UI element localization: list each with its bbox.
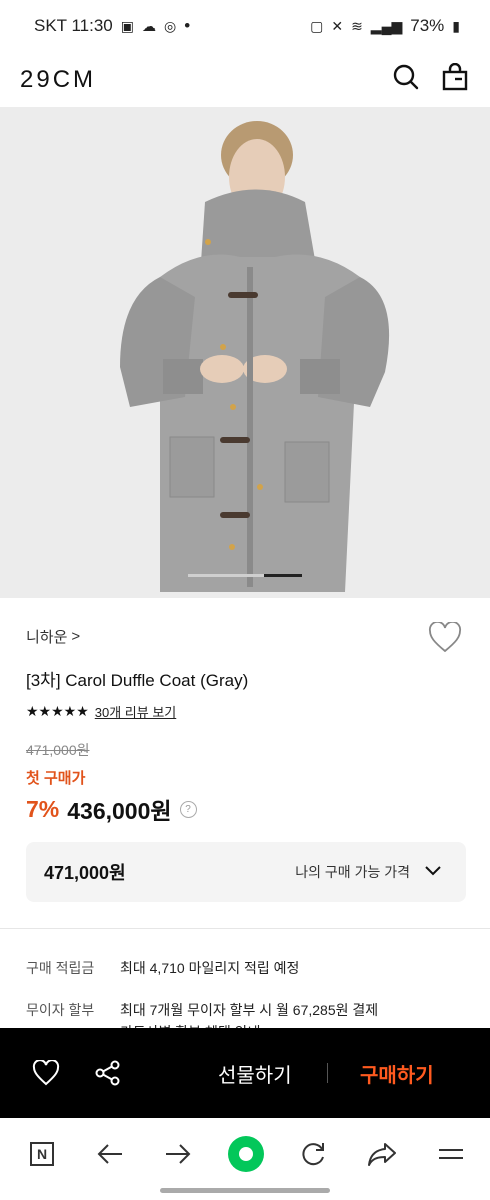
sale-price: 436,000원 [67,798,172,824]
rating-row: ★★★★★ 30개 리뷰 보기 [26,702,176,721]
battery-level: 73% [410,16,445,35]
naver-n-icon[interactable]: N [28,1132,56,1176]
status-bar: SKT 11:30 ▣ ☁ ◎ • ▢ ✕ ≋ ▂▄▆ 73% ▮ [0,0,490,52]
points-value: 최대 4,710 마일리지 적립 예정 [120,960,300,976]
gallery-icon: ▣ [120,17,134,34]
notification-dot: • [184,16,191,35]
weather-icon: ☁ [142,17,156,34]
star-rating-icon: ★★★★★ [26,703,89,719]
forward-arrow-icon[interactable] [162,1132,194,1176]
battery-icon: ▮ [452,17,460,34]
status-right: ▢ ✕ ≋ ▂▄▆ 73% ▮ [310,16,460,36]
mute-icon: ✕ [331,17,344,34]
chevron-down-icon [424,864,442,880]
gift-button[interactable]: 선물하기 [218,1028,292,1118]
carousel-indicator-active [264,574,302,577]
instagram-icon: ◎ [164,17,177,34]
menu-icon[interactable] [436,1132,466,1176]
price-row: 7% 436,000원 ? [26,792,197,826]
my-price-value: 471,000원 [44,863,126,883]
help-icon[interactable]: ? [179,800,197,818]
signal-icon: ▂▄▆ [370,17,403,34]
my-price-dropdown[interactable]: 471,000원 나의 구매 가능 가격 [26,842,466,902]
my-price-label-wrap: 나의 구매 가능 가격 [295,862,442,882]
home-indicator [160,1188,330,1193]
product-title: [3차] Carol Duffle Coat (Gray) [26,671,249,690]
search-icon[interactable] [392,63,420,96]
points-row: 구매 적립금 최대 4,710 마일리지 적립 예정 [26,958,299,978]
chevron-right-icon: > [71,628,81,645]
my-price-label: 나의 구매 가능 가격 [295,864,410,880]
review-link[interactable]: 30개 리뷰 보기 [95,702,176,721]
action-separator [327,1063,328,1083]
brand-logo[interactable]: 29CM [20,66,96,94]
product-image[interactable] [0,107,490,598]
installment-label: 무이자 할부 [26,1002,95,1018]
share-icon[interactable] [94,1028,122,1118]
saver-icon: ▢ [310,17,324,34]
carrier-time: SKT 11:30 [34,16,113,35]
section-divider [0,928,490,929]
points-label: 구매 적립금 [26,960,95,976]
refresh-icon[interactable] [298,1132,328,1176]
brand-link[interactable]: 니하운 > [26,626,80,647]
model-in-gray-duffle-coat-illustration [0,107,490,598]
carousel-indicator [188,574,302,577]
naver-n-label: N [30,1142,54,1166]
back-arrow-icon[interactable] [94,1132,126,1176]
app-header: 29CM [0,52,490,107]
shopping-bag-icon[interactable] [442,62,468,96]
installment-value: 최대 7개월 무이자 할부 시 월 67,285원 결제 [120,1002,379,1018]
heart-icon[interactable] [32,1028,60,1118]
header-icons [392,62,468,96]
wifi-icon: ≋ [351,17,363,34]
status-left: SKT 11:30 ▣ ☁ ◎ • [34,16,190,36]
brand-name: 니하운 [26,629,68,646]
first-purchase-label: 첫 구매가 [26,770,86,787]
buy-button[interactable]: 구매하기 [360,1028,434,1118]
installment-row: 무이자 할부 최대 7개월 무이자 할부 시 월 67,285원 결제 [26,1000,378,1020]
discount-rate: 7% [26,795,60,822]
purchase-action-bar: 선물하기 구매하기 [0,1028,490,1118]
wishlist-heart-icon[interactable] [428,620,462,659]
original-price: 471,000원 [26,742,90,758]
share-arrow-icon[interactable] [366,1132,398,1176]
green-home-icon[interactable] [226,1132,266,1176]
